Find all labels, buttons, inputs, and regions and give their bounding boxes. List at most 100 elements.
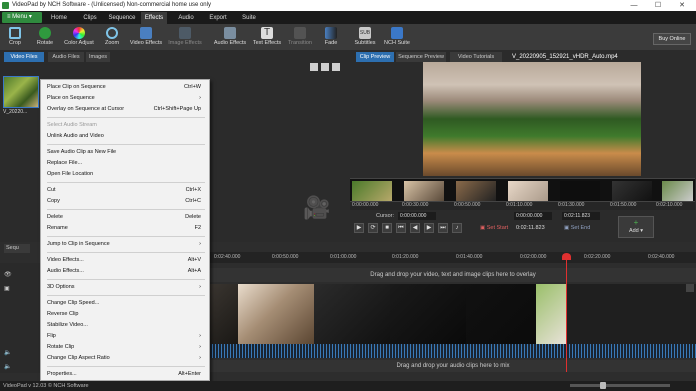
cursor-time-field[interactable]: 0:00:00.000 [398, 212, 436, 220]
end-time-field[interactable]: 0:02:11.823 [562, 212, 600, 220]
clip-ruler[interactable]: 0:00:00.000 0:00:30.000 0:00:50.000 0:01… [350, 202, 695, 210]
audio-waveform-track[interactable] [210, 344, 696, 358]
video-clip-frame[interactable] [466, 284, 536, 344]
menu-item-change-clip-speed[interactable]: Change Clip Speed... [47, 298, 205, 308]
buy-online-button[interactable]: Buy Online [653, 33, 691, 45]
set-end-button[interactable]: ▣ Set End [564, 225, 590, 231]
tab-export[interactable]: Export [206, 12, 230, 24]
start-time-field[interactable]: 0:00:00.000 [514, 212, 552, 220]
frame-forward-button[interactable]: ▶ [424, 223, 434, 233]
stop-button[interactable]: ■ [382, 223, 392, 233]
menu-item-audio-effects[interactable]: Audio Effects... Alt+A [47, 266, 205, 276]
tab-audio-files[interactable]: Audio Files [48, 52, 84, 62]
tab-home[interactable]: Home [46, 12, 72, 24]
bin-options-icon[interactable] [332, 63, 340, 71]
menu-item-open-file-location[interactable]: Open File Location [47, 169, 205, 179]
zoom-button[interactable]: Zoom [100, 26, 124, 49]
tab-suite[interactable]: Suite [238, 12, 260, 24]
loop-button[interactable]: ⟳ [368, 223, 378, 233]
video-effects-button[interactable]: Video Effects [128, 26, 164, 49]
frame-back-button[interactable]: ◀ [410, 223, 420, 233]
menu-item-reverse-clip[interactable]: Reverse Clip [47, 309, 205, 319]
menu-item-place-clip-on-sequence[interactable]: Place Clip on Sequence Ctrl+W [47, 82, 205, 92]
text-effects-button[interactable]: T Text Effects [250, 26, 284, 49]
zoom-slider[interactable] [570, 384, 670, 387]
menu-item-copy[interactable]: Copy Ctrl+C [47, 196, 205, 206]
playhead[interactable] [566, 254, 567, 372]
menu-item-delete[interactable]: Delete Delete [47, 212, 205, 222]
video-clip-frame[interactable] [314, 284, 390, 344]
play-button[interactable]: ▶ [354, 223, 364, 233]
nch-suite-icon [391, 27, 403, 39]
tab-sequence-preview[interactable]: Sequence Preview [396, 52, 446, 62]
tab-sequence[interactable]: Sequence [106, 12, 138, 24]
video-clip-frame[interactable] [210, 284, 238, 344]
tab-audio[interactable]: Audio [174, 12, 198, 24]
timeline-zoom-icon[interactable] [686, 284, 694, 292]
menu-item-shortcut: Ctrl+C [185, 198, 201, 204]
color-adjust-button[interactable]: Color Adjust [62, 26, 96, 49]
menu-item-3d-options[interactable]: 3D Options › [47, 282, 205, 292]
skip-forward-icon: ⏭ [440, 225, 446, 231]
menu-item-rename[interactable]: Rename F2 [47, 223, 205, 233]
menu-item-rotate-clip[interactable]: Rotate Clip › [47, 342, 205, 352]
tab-video-tutorials[interactable]: Video Tutorials [450, 52, 502, 62]
menu-item-replace-file[interactable]: Replace File... [47, 158, 205, 168]
subtitles-button[interactable]: SUB Subtitles [352, 26, 378, 49]
menu-button[interactable]: ≡ Menu ▾ [2, 12, 42, 23]
menu-item-overlay-on-sequence[interactable]: Overlay on Sequence at Cursor Ctrl+Shift+… [47, 104, 205, 114]
audio-track-speaker-icon[interactable]: 🔈 [4, 349, 11, 356]
set-start-button[interactable]: ▣ Set Start [480, 225, 508, 231]
rotate-button[interactable]: Rotate [32, 26, 58, 49]
tab-effects[interactable]: Effects [141, 12, 167, 24]
video-clip-frame[interactable] [390, 284, 466, 344]
add-button[interactable]: + Add ▾ [618, 216, 654, 238]
menu-item-stabilize-video[interactable]: Stabilize Video... [47, 320, 205, 330]
menu-item-cut[interactable]: Cut Ctrl+X [47, 185, 205, 195]
bin-delete-icon[interactable] [321, 63, 329, 71]
crop-button[interactable]: Crop [4, 26, 26, 49]
audio-track-mute-icon[interactable]: 🔈 [4, 363, 11, 370]
maximize-button[interactable]: ☐ [648, 0, 668, 11]
overlay-drop-zone[interactable]: Drag and drop your video, text and image… [210, 268, 696, 282]
video-file-thumbnail[interactable] [3, 76, 39, 108]
timeline-ruler[interactable]: 0:02:40.000 0:00:50.000 0:01:00.000 0:01… [210, 252, 696, 263]
fade-label: Fade [324, 40, 338, 46]
volume-button[interactable]: ♪ [452, 223, 462, 233]
tab-video-files[interactable]: Video Files [4, 52, 44, 62]
menu-item-flip[interactable]: Flip › [47, 331, 205, 341]
skip-back-button[interactable]: ⏮ [396, 223, 406, 233]
skip-forward-button[interactable]: ⏭ [438, 223, 448, 233]
menu-item-video-effects[interactable]: Video Effects... Alt+V [47, 255, 205, 265]
tab-images[interactable]: Images [86, 52, 110, 62]
video-clip-frame[interactable] [238, 284, 314, 344]
menu-item-properties[interactable]: Properties... Alt+Enter [47, 369, 205, 379]
tab-clips[interactable]: Clips [78, 12, 102, 24]
menu-item-change-aspect-ratio[interactable]: Change Clip Aspect Ratio › [47, 353, 205, 363]
tab-clip-preview[interactable]: Clip Preview [356, 52, 394, 62]
menu-separator [47, 295, 205, 296]
video-preview[interactable] [423, 62, 641, 176]
video-clip-frame[interactable] [536, 284, 566, 344]
menu-item-unlink-audio-video[interactable]: Unlink Audio and Video [47, 131, 205, 141]
nch-suite-button[interactable]: NCH Suite [382, 26, 412, 49]
fade-button[interactable]: Fade [320, 26, 342, 49]
playback-controls: Cursor: 0:00:00.000 0:00:00.000 0:02:11.… [350, 210, 695, 242]
close-button[interactable]: ✕ [672, 0, 692, 11]
menu-item-jump-to-clip[interactable]: Jump to Clip in Sequence › [47, 239, 205, 249]
menu-item-place-on-sequence[interactable]: Place on Sequence › [47, 93, 205, 103]
video-track-icon[interactable]: ▣ [4, 285, 10, 292]
audio-drop-zone[interactable]: Drag and drop your audio clips here to m… [210, 360, 696, 372]
playhead-handle[interactable] [562, 253, 571, 260]
transition-button[interactable]: Transition [286, 26, 314, 49]
bin-view-icon[interactable] [310, 63, 318, 71]
minimize-button[interactable]: — [624, 0, 644, 11]
menu-item-save-audio-clip[interactable]: Save Audio Clip as New File [47, 147, 205, 157]
audio-effects-button[interactable]: Audio Effects [212, 26, 248, 49]
zoom-slider-thumb[interactable] [600, 382, 606, 389]
menu-item-select-audio-stream: Select Audio Stream [47, 120, 205, 130]
tab-sequence-timeline[interactable]: Sequ [4, 244, 30, 253]
image-effects-button[interactable]: Image Effects [166, 26, 204, 49]
clip-filmstrip[interactable] [350, 178, 695, 202]
overlay-track-eye-icon[interactable]: 👁 [4, 271, 12, 278]
